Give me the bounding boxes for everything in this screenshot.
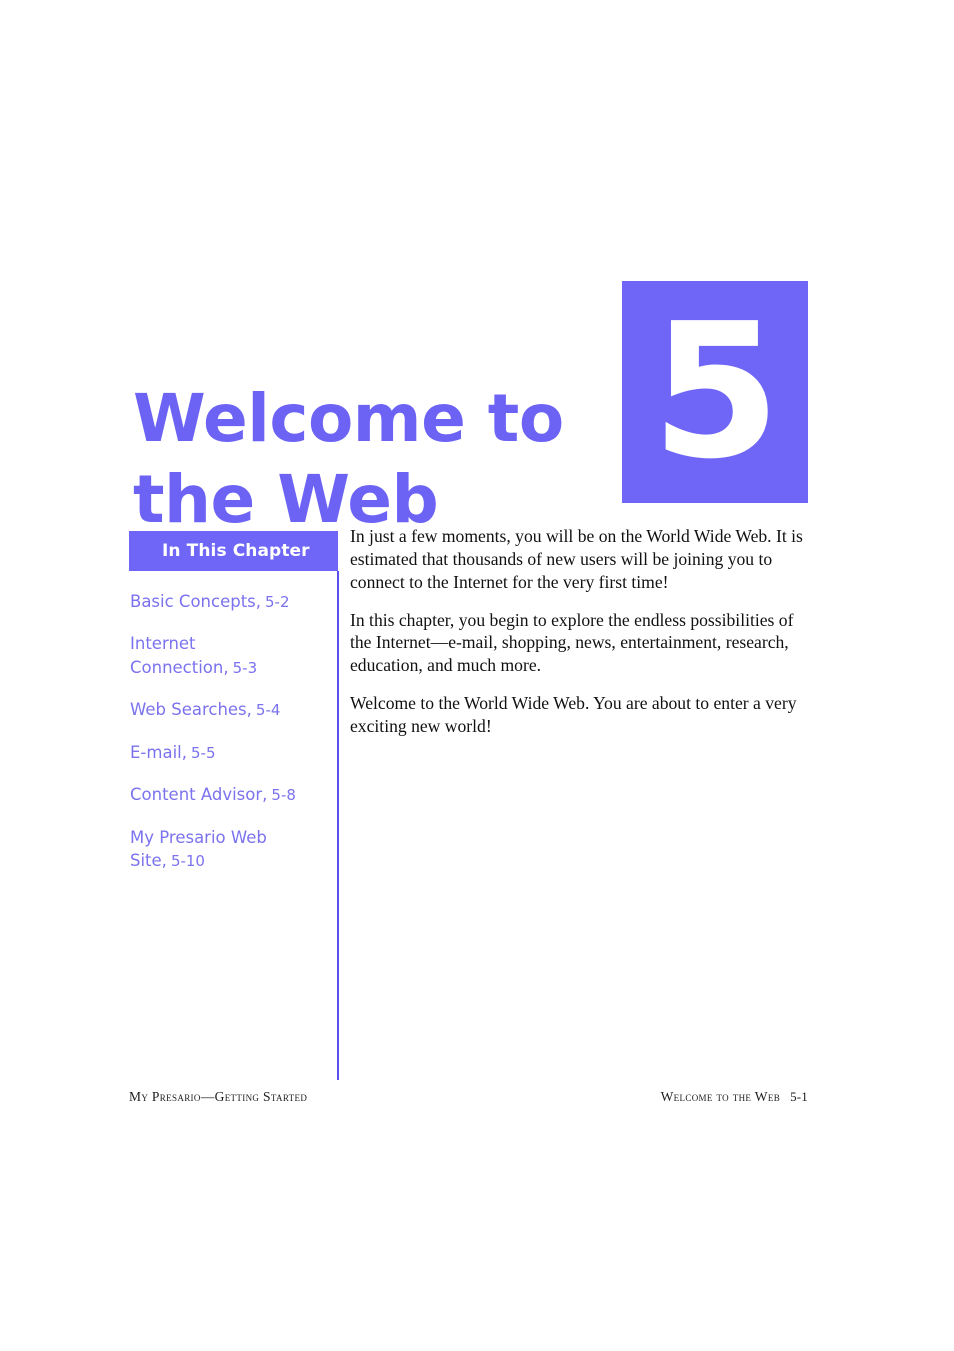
chapter-toc-list: Basic Concepts, 5-2 Internet Connection, 5…	[129, 571, 338, 891]
toc-item-page: 5-8	[271, 786, 296, 805]
document-page: 5 Welcome to the Web In This Chapter Bas…	[0, 0, 954, 1351]
toc-item-page: 5-10	[170, 851, 205, 870]
toc-item-label: Internet Connection,	[130, 634, 229, 677]
toc-item-page: 5-2	[265, 593, 290, 611]
column-divider-rule	[337, 571, 339, 1080]
toc-item-page: 5-5	[190, 743, 216, 762]
toc-item-my-presario-web-site[interactable]: My Presario Web Site, 5-10	[129, 826, 320, 892]
chapter-number-box: 5	[622, 281, 808, 503]
body-copy: In just a few moments, you will be on th…	[350, 525, 808, 738]
toc-item-label: Basic Concepts,	[130, 592, 262, 611]
in-this-chapter-header: In This Chapter	[129, 531, 338, 571]
toc-item-web-searches[interactable]: Web Searches, 5-4	[129, 698, 320, 740]
toc-item-internet-connection[interactable]: Internet Connection, 5-3	[129, 632, 320, 698]
toc-item-content-advisor[interactable]: Content Advisor, 5-8	[129, 783, 320, 825]
footer-page-number: 5-1	[790, 1089, 808, 1104]
toc-item-e-mail[interactable]: E-mail, 5-5	[129, 741, 320, 783]
body-paragraph-3: Welcome to the World Wide Web. You are a…	[350, 693, 797, 737]
toc-item-label: Content Advisor,	[130, 785, 268, 805]
footer-chapter-title: Welcome to the Web	[660, 1089, 781, 1104]
page-footer: My Presario—Getting Started Welcome to t…	[129, 1089, 808, 1105]
chapter-number: 5	[651, 282, 780, 500]
footer-book-title: My Presario—Getting Started	[129, 1089, 308, 1104]
body-paragraph-1: In just a few moments, you will be on th…	[350, 526, 803, 592]
in-this-chapter-sidebar: In This Chapter Basic Concepts, 5-2 Inter…	[129, 531, 338, 891]
toc-item-basic-concepts[interactable]: Basic Concepts, 5-2	[129, 590, 320, 632]
page-title: Welcome to the Web	[133, 379, 603, 540]
chapter-title-line-1: Welcome to	[133, 380, 564, 458]
toc-item-page: 5-4	[255, 701, 281, 720]
toc-item-page: 5-3	[232, 658, 258, 677]
footer-right-group: Welcome to the Web 5-1	[661, 1089, 808, 1105]
toc-item-label: E-mail,	[130, 742, 187, 762]
toc-item-label: Web Searches,	[130, 700, 252, 720]
body-paragraph-2: In this chapter, you begin to explore th…	[350, 609, 794, 676]
in-this-chapter-label: In This Chapter	[162, 541, 310, 561]
